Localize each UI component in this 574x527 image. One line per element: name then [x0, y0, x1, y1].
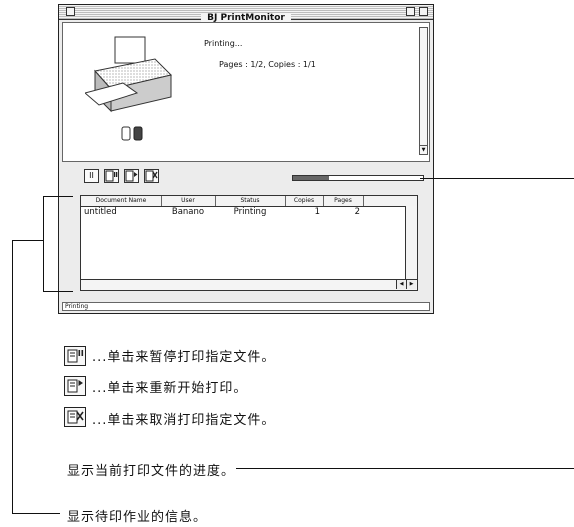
column-header-document[interactable]: Document Name	[81, 196, 162, 206]
cell-copies: 1	[314, 207, 320, 217]
zoom-box[interactable]	[406, 7, 415, 16]
resume-document-button[interactable]	[124, 169, 139, 183]
print-progress-fill	[293, 176, 330, 180]
queue-explanation: 显示待印作业的信息。	[67, 510, 208, 525]
scroll-left-icon[interactable]: ◀	[396, 280, 406, 289]
resume-document-icon	[64, 376, 86, 396]
table-row[interactable]: untitled Banano Printing 1 2	[81, 207, 405, 218]
pause-printer-button[interactable]: II	[84, 169, 99, 183]
printer-icon	[85, 36, 172, 113]
pause-document-icon	[64, 346, 86, 366]
column-header-pages[interactable]: Pages	[323, 196, 364, 206]
column-header-user[interactable]: User	[161, 196, 216, 206]
job-list-header: Document Name User Status Copies Pages	[81, 196, 417, 207]
pause-explanation: ...单击来暂停打印指定文件。	[92, 350, 276, 365]
cell-pages: 2	[354, 207, 360, 217]
list-vertical-scrollbar[interactable]	[405, 206, 417, 279]
progress-callout-line	[420, 178, 574, 179]
title-bar[interactable]: BJ PrintMonitor	[59, 5, 433, 23]
queue-callout-top	[12, 240, 44, 241]
cancel-document-icon	[145, 170, 158, 182]
list-horizontal-scrollbar[interactable]: ◀ ▶	[81, 279, 417, 290]
cancel-explanation: ...单击来取消打印指定文件。	[92, 413, 276, 428]
pause-document-icon	[105, 170, 118, 182]
collapse-box[interactable]	[419, 7, 428, 16]
status-pane: Printing... Pages : 1/2, Copies : 1/1 ▼	[62, 22, 430, 162]
resume-document-icon	[125, 170, 138, 182]
cancel-document-button[interactable]	[144, 169, 159, 183]
progress-explanation: 显示当前打印文件的进度。	[67, 464, 236, 479]
status-scrollbar[interactable]: ▼	[419, 27, 428, 155]
list-bracket-top	[43, 196, 73, 197]
ink-tank-icon	[121, 125, 145, 145]
cell-document: untitled	[84, 207, 117, 217]
job-toolbar: II	[62, 165, 430, 187]
print-status-message: Printing...	[204, 39, 243, 48]
resume-explanation: ...单击来重新开始打印。	[92, 381, 248, 396]
job-queue-list: Document Name User Status Copies Pages u…	[80, 195, 418, 291]
column-header-copies[interactable]: Copies	[285, 196, 324, 206]
printmonitor-window: BJ PrintMonitor Printing... Pages : 1/2,…	[58, 4, 434, 314]
scroll-down-icon[interactable]: ▼	[420, 145, 427, 154]
list-bracket-side	[43, 196, 44, 292]
print-progress-bar	[292, 175, 424, 181]
cell-user: Banano	[171, 207, 205, 217]
pause-document-button[interactable]	[104, 169, 119, 183]
column-header-status[interactable]: Status	[215, 196, 286, 206]
list-bracket-bottom	[43, 291, 73, 292]
pages-copies-readout: Pages : 1/2, Copies : 1/1	[219, 60, 316, 69]
queue-callout-bottom	[12, 513, 60, 514]
progress-explain-line	[236, 468, 574, 469]
cancel-document-icon	[64, 407, 86, 427]
status-bar: Printing	[62, 302, 430, 311]
queue-callout-vertical	[12, 240, 13, 514]
scroll-right-icon[interactable]: ▶	[406, 280, 416, 289]
cell-status: Printing	[233, 207, 267, 217]
